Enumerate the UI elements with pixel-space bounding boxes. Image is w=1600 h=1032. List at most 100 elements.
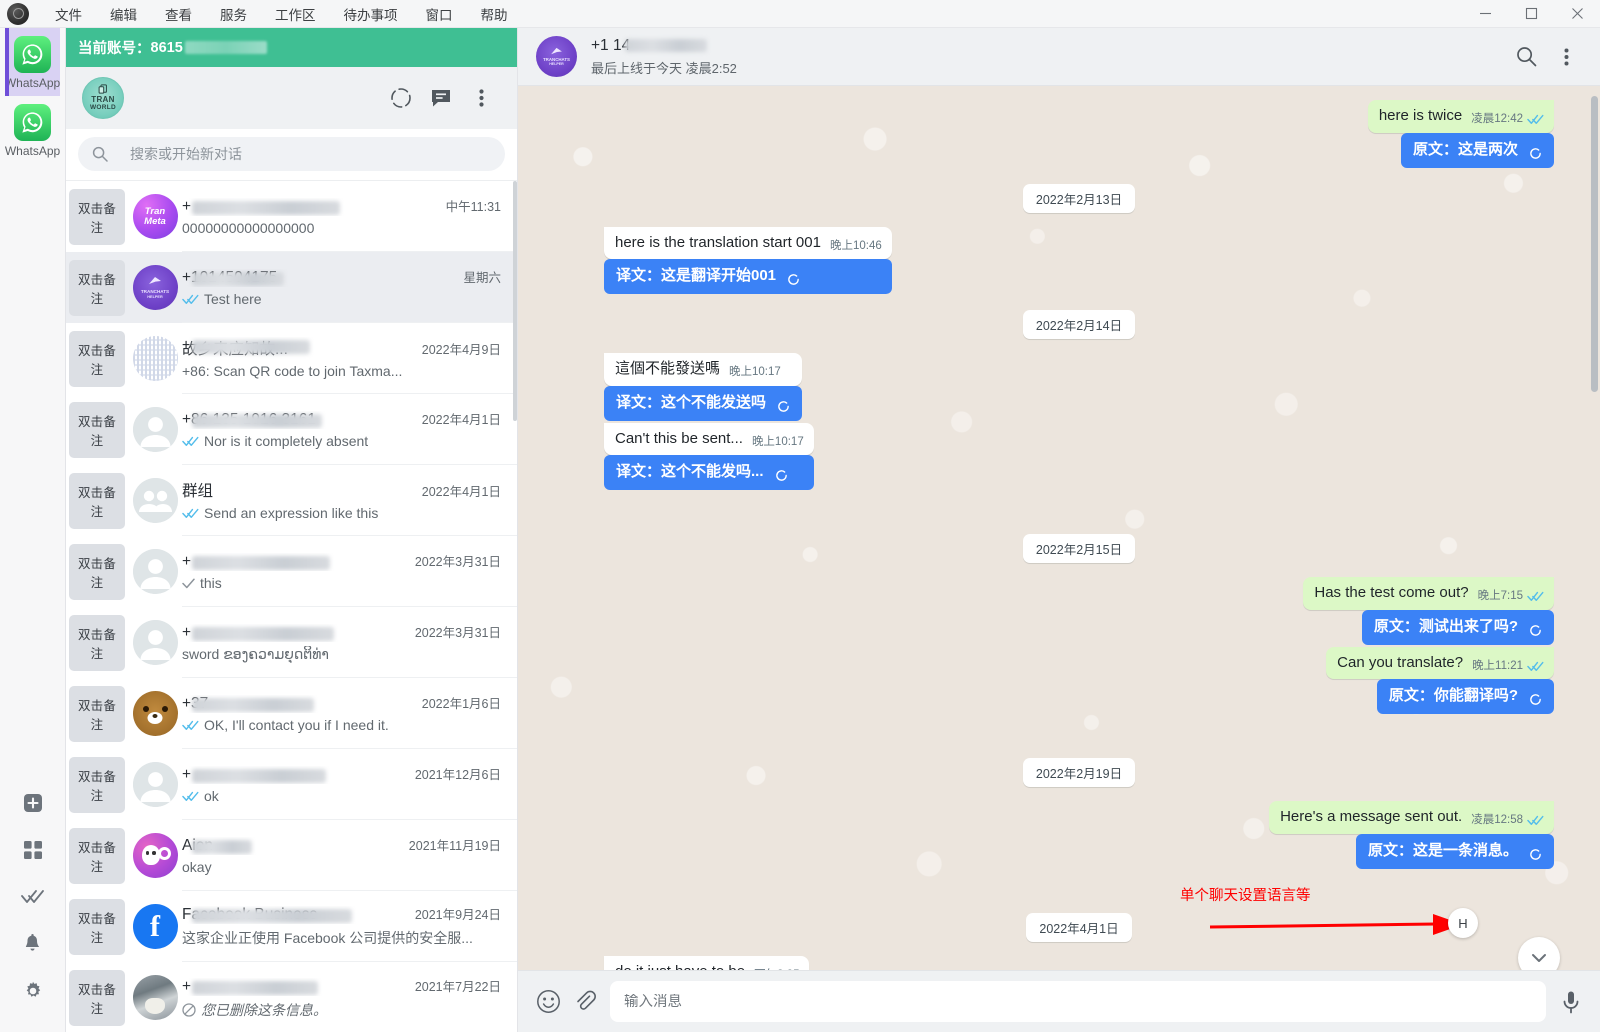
- chat-list-item[interactable]: 双击备注+86 135 1916 31612022年4月1日Nor is it …: [66, 394, 517, 465]
- chat-list-item[interactable]: 双击备注群组2022年4月1日Send an expression like t…: [66, 465, 517, 536]
- note-tag[interactable]: 双击备注: [66, 962, 128, 1032]
- menu-item-3[interactable]: 服务: [206, 1, 261, 27]
- message-input-box[interactable]: [610, 981, 1546, 1022]
- message-bubble[interactable]: Here's a message sent out.凌晨12:58: [1269, 801, 1554, 834]
- translation-bubble[interactable]: 原文：你能翻译吗?: [1377, 679, 1554, 714]
- translation-bubble[interactable]: 译文：这个不能发吗...: [604, 455, 814, 490]
- note-tag[interactable]: 双击备注: [66, 820, 128, 891]
- chat-settings-floating-button[interactable]: H: [1448, 908, 1478, 938]
- note-tag[interactable]: 双击备注: [66, 394, 128, 465]
- retranslate-icon[interactable]: [1529, 147, 1542, 160]
- note-chip[interactable]: 双击备注: [69, 615, 125, 671]
- chat-list-item[interactable]: 双击备注fFacebook Business2021年9月24日这家企业正使用 …: [66, 891, 517, 962]
- chat-header-avatar[interactable]: TRANCHATS HELPER: [536, 36, 577, 77]
- message-bubble[interactable]: here is twice凌晨12:42: [1368, 100, 1554, 133]
- rail-account-0[interactable]: WhatsApp: [5, 28, 60, 96]
- retranslate-icon[interactable]: [1529, 693, 1542, 706]
- chat-list-scrollbar[interactable]: [513, 181, 517, 1032]
- chat-item-preview: this: [182, 575, 501, 591]
- retranslate-icon[interactable]: [1529, 848, 1542, 861]
- retranslate-icon[interactable]: [777, 400, 790, 413]
- note-chip[interactable]: 双击备注: [69, 544, 125, 600]
- chat-list-item[interactable]: 双击备注Aion2021年11月19日okay: [66, 820, 517, 891]
- retranslate-icon[interactable]: [787, 273, 800, 286]
- chat-item-preview: 00000000000000000: [182, 220, 501, 236]
- message-scroll-area: here is twice凌晨12:42原文：这是两次2022年2月13日her…: [518, 86, 1600, 970]
- note-tag[interactable]: 双击备注: [66, 749, 128, 820]
- chat-list-item[interactable]: 双击备注+2022年3月31日this: [66, 536, 517, 607]
- note-tag[interactable]: 双击备注: [66, 181, 128, 252]
- chat-list-item[interactable]: 双击备注+2021年12月6日ok: [66, 749, 517, 820]
- menu-item-4[interactable]: 工作区: [261, 1, 330, 27]
- chat-list[interactable]: 双击备注TranMeta+中午11:3100000000000000000双击备…: [66, 181, 517, 1032]
- message-bubble[interactable]: Has the test come out?晚上7:15: [1303, 577, 1554, 610]
- message-input[interactable]: [624, 994, 1532, 1010]
- note-tag[interactable]: 双击备注: [66, 536, 128, 607]
- note-chip[interactable]: 双击备注: [69, 402, 125, 458]
- note-chip[interactable]: 双击备注: [69, 828, 125, 884]
- double-check-icon[interactable]: [0, 873, 65, 920]
- chat-item-time: 中午11:31: [446, 196, 501, 215]
- chat-item-main: 故乡来应知故...2022年4月9日+86: Scan QR code to j…: [182, 323, 517, 394]
- chat-list-item[interactable]: 双击备注TranMeta+中午11:3100000000000000000: [66, 181, 517, 252]
- translation-bubble[interactable]: 译文：这个不能发送吗: [604, 386, 802, 421]
- minimize-button[interactable]: [1462, 0, 1508, 28]
- note-chip[interactable]: 双击备注: [69, 757, 125, 813]
- chat-menu-icon[interactable]: [1546, 37, 1586, 77]
- menu-item-2[interactable]: 查看: [151, 1, 206, 27]
- note-chip[interactable]: 双击备注: [69, 473, 125, 529]
- note-tag[interactable]: 双击备注: [66, 607, 128, 678]
- note-chip[interactable]: 双击备注: [69, 899, 125, 955]
- search-input[interactable]: [130, 146, 491, 162]
- grid-icon[interactable]: [0, 826, 65, 873]
- close-button[interactable]: [1554, 0, 1600, 28]
- menu-item-5[interactable]: 待办事项: [330, 1, 412, 27]
- chat-list-menu-icon[interactable]: [461, 78, 501, 118]
- translation-bubble[interactable]: 原文：这是两次: [1401, 133, 1554, 168]
- note-tag[interactable]: 双击备注: [66, 678, 128, 749]
- note-tag[interactable]: 双击备注: [66, 891, 128, 962]
- menu-item-0[interactable]: 文件: [41, 1, 96, 27]
- message-bubble[interactable]: 這個不能發送嗎晚上10:17: [604, 353, 802, 386]
- bell-icon[interactable]: [0, 920, 65, 967]
- note-chip[interactable]: 双击备注: [69, 189, 125, 245]
- message-bubble[interactable]: Can't this be sent...晚上10:17: [604, 423, 814, 456]
- new-chat-icon[interactable]: [421, 78, 461, 118]
- profile-avatar[interactable]: TRAN WORLD: [82, 77, 124, 119]
- menu-item-6[interactable]: 窗口: [412, 1, 467, 27]
- chat-search-icon[interactable]: [1506, 37, 1546, 77]
- search-box[interactable]: [78, 137, 505, 171]
- rail-account-1[interactable]: WhatsApp: [5, 96, 60, 164]
- note-tag[interactable]: 双击备注: [66, 323, 128, 394]
- chat-list-item[interactable]: 双击备注+2022年3月31日sword ຂອງຄວາມຍຸດຕິທ່າ: [66, 607, 517, 678]
- message-scrollbar[interactable]: [1589, 86, 1600, 970]
- chat-list-item[interactable]: 双击备注+2021年7月22日您已删除这条信息。: [66, 962, 517, 1032]
- add-icon[interactable]: [0, 779, 65, 826]
- retranslate-icon[interactable]: [1529, 624, 1542, 637]
- chat-list-item[interactable]: 双击备注 故乡来应知故...2022年4月9日+86: Scan QR code …: [66, 323, 517, 394]
- note-tag[interactable]: 双击备注: [66, 465, 128, 536]
- menu-item-7[interactable]: 帮助: [467, 1, 522, 27]
- maximize-button[interactable]: [1508, 0, 1554, 28]
- chat-list-item[interactable]: 双击备注TRANCHATSHELPER+1014504175星期六Test he…: [66, 252, 517, 323]
- message-bubble[interactable]: Can you translate?晚上11:21: [1326, 647, 1554, 680]
- note-chip[interactable]: 双击备注: [69, 331, 125, 387]
- message-bubble[interactable]: here is the translation start 001晚上10:46: [604, 227, 892, 260]
- message-area[interactable]: here is twice凌晨12:42原文：这是两次2022年2月13日her…: [518, 86, 1600, 970]
- note-chip[interactable]: 双击备注: [69, 970, 125, 1026]
- menu-item-1[interactable]: 编辑: [96, 1, 151, 27]
- note-chip[interactable]: 双击备注: [69, 260, 125, 316]
- note-tag[interactable]: 双击备注: [66, 252, 128, 323]
- emoji-icon[interactable]: [536, 989, 561, 1014]
- gear-icon[interactable]: [0, 967, 65, 1014]
- translation-bubble[interactable]: 原文：这是一条消息。: [1356, 834, 1554, 869]
- attach-icon[interactable]: [575, 990, 596, 1013]
- chat-list-item[interactable]: 双击备注+372022年1月6日OK, I'll contact you if …: [66, 678, 517, 749]
- message-bubble[interactable]: do it just have to be下午3:25: [604, 956, 809, 971]
- mic-icon[interactable]: [1560, 990, 1582, 1014]
- note-chip[interactable]: 双击备注: [69, 686, 125, 742]
- translation-bubble[interactable]: 原文：测试出来了吗?: [1362, 610, 1554, 645]
- retranslate-icon[interactable]: [775, 469, 788, 482]
- translation-bubble[interactable]: 译文：这是翻译开始001: [604, 259, 892, 294]
- status-ring-icon[interactable]: [381, 78, 421, 118]
